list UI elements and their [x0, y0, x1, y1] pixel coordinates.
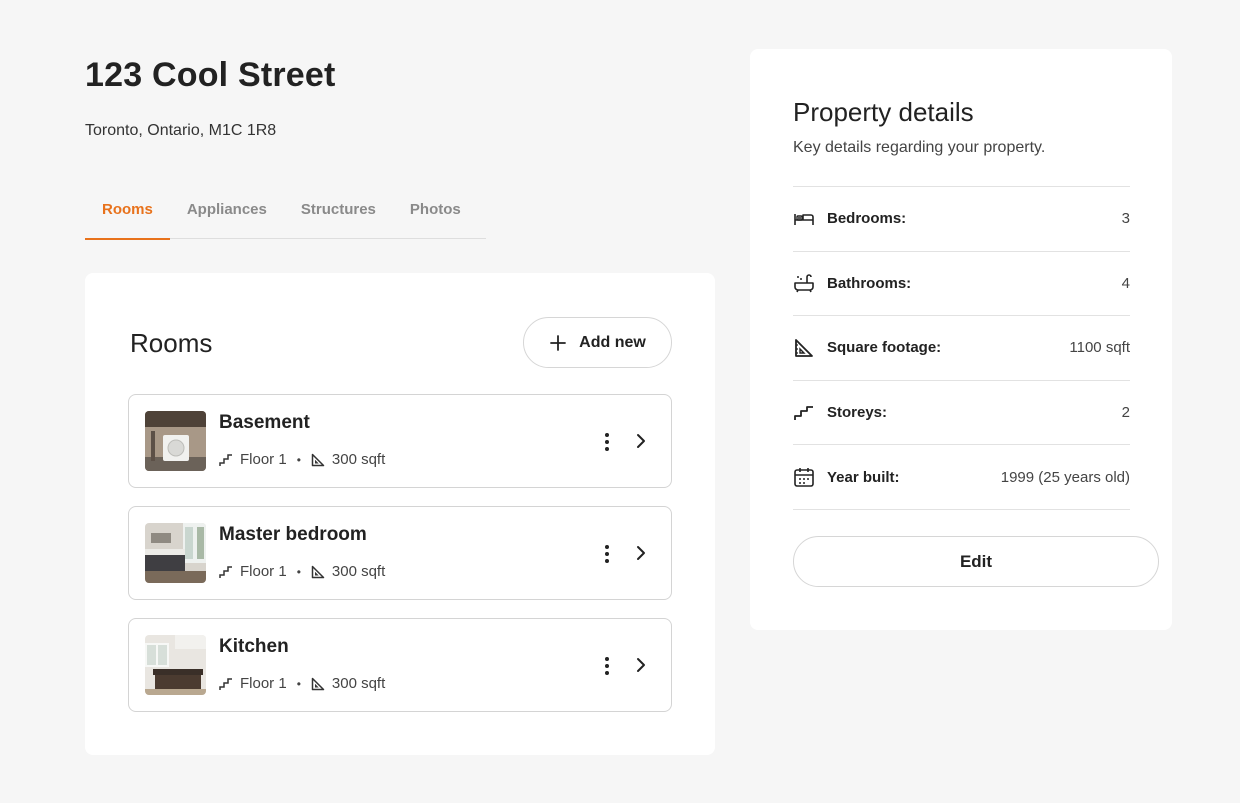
- detail-value: 4: [1121, 274, 1130, 292]
- room-area: 300 sqft: [331, 451, 386, 468]
- detail-value: 3: [1121, 210, 1130, 228]
- rooms-card: Rooms Add new Basement Floor 1 • 300 sqf…: [85, 273, 715, 755]
- room-meta: Floor 1 • 300 sqft: [219, 675, 385, 692]
- detail-label: Storeys:: [827, 404, 888, 422]
- details-subtitle: Key details regarding your property.: [793, 139, 1046, 156]
- detail-label: Year built:: [827, 468, 900, 486]
- chevron-right-icon[interactable]: [632, 544, 650, 562]
- room-floor: Floor 1: [240, 451, 287, 468]
- tab-structures[interactable]: Structures: [284, 190, 393, 239]
- room-meta: Floor 1 • 300 sqft: [219, 563, 385, 580]
- calendar-icon: [794, 468, 814, 487]
- details-list: Bedrooms: 3 Bathrooms: 4 Square footage:…: [793, 186, 1130, 510]
- ruler-triangle-icon: [311, 677, 325, 690]
- ruler-triangle-icon: [311, 565, 325, 578]
- stairs-icon: [794, 405, 813, 420]
- bedroom-photo: [145, 523, 206, 583]
- detail-row-bedrooms: Bedrooms: 3: [793, 187, 1130, 252]
- meta-separator: •: [296, 564, 301, 579]
- stairs-icon: [219, 677, 232, 690]
- kitchen-photo: [145, 635, 206, 695]
- detail-row-year-built: Year built: 1999 (25 years old): [793, 445, 1130, 510]
- stairs-icon: [219, 565, 232, 578]
- room-name: Kitchen: [219, 636, 289, 657]
- meta-separator: •: [296, 452, 301, 467]
- room-meta: Floor 1 • 300 sqft: [219, 451, 385, 468]
- detail-value: 1100 sqft: [1069, 339, 1130, 357]
- detail-value: 2: [1121, 404, 1130, 422]
- rooms-heading: Rooms: [130, 328, 213, 358]
- address-subtitle: Toronto, Ontario, M1C 1R8: [85, 122, 277, 139]
- tab-bar: Rooms Appliances Structures Photos: [85, 190, 486, 240]
- ruler-triangle-icon: [311, 453, 325, 466]
- room-area: 300 sqft: [331, 563, 386, 580]
- plus-icon: [550, 334, 567, 351]
- property-details-card: Property details Key details regarding y…: [750, 49, 1172, 630]
- bed-icon: [794, 213, 814, 225]
- detail-row-storeys: Storeys: 2: [793, 381, 1130, 446]
- room-card-basement[interactable]: Basement Floor 1 • 300 sqft: [128, 394, 672, 488]
- tab-appliances[interactable]: Appliances: [170, 190, 284, 239]
- meta-separator: •: [296, 676, 301, 691]
- chevron-right-icon[interactable]: [632, 432, 650, 450]
- more-options-icon[interactable]: [597, 431, 617, 453]
- room-card-kitchen[interactable]: Kitchen Floor 1 • 300 sqft: [128, 618, 672, 712]
- add-new-label: Add new: [579, 333, 646, 351]
- chevron-right-icon[interactable]: [632, 656, 650, 674]
- room-floor: Floor 1: [240, 563, 287, 580]
- edit-button[interactable]: Edit: [793, 536, 1159, 587]
- stairs-icon: [219, 453, 232, 466]
- detail-row-square-footage: Square footage: 1100 sqft: [793, 316, 1130, 381]
- page: 123 Cool Street Toronto, Ontario, M1C 1R…: [0, 0, 1240, 803]
- room-floor: Floor 1: [240, 675, 287, 692]
- more-options-icon[interactable]: [597, 543, 617, 565]
- room-area: 300 sqft: [331, 675, 386, 692]
- detail-label: Bedrooms:: [827, 210, 907, 228]
- detail-row-bathrooms: Bathrooms: 4: [793, 252, 1130, 317]
- tab-rooms[interactable]: Rooms: [85, 190, 170, 240]
- ruler-triangle-icon: [795, 339, 813, 357]
- details-title: Property details: [793, 97, 974, 127]
- room-name: Master bedroom: [219, 524, 367, 545]
- basement-photo: [145, 411, 206, 471]
- detail-label: Bathrooms:: [827, 274, 912, 292]
- bathtub-icon: [794, 274, 814, 293]
- add-new-button[interactable]: Add new: [523, 317, 672, 368]
- detail-label: Square footage:: [827, 339, 942, 357]
- detail-value: 1999 (25 years old): [1000, 468, 1130, 486]
- room-card-master-bedroom[interactable]: Master bedroom Floor 1 • 300 sqft: [128, 506, 672, 600]
- page-title: 123 Cool Street: [85, 56, 336, 94]
- more-options-icon[interactable]: [597, 655, 617, 677]
- tab-photos[interactable]: Photos: [393, 190, 478, 239]
- room-name: Basement: [219, 412, 310, 433]
